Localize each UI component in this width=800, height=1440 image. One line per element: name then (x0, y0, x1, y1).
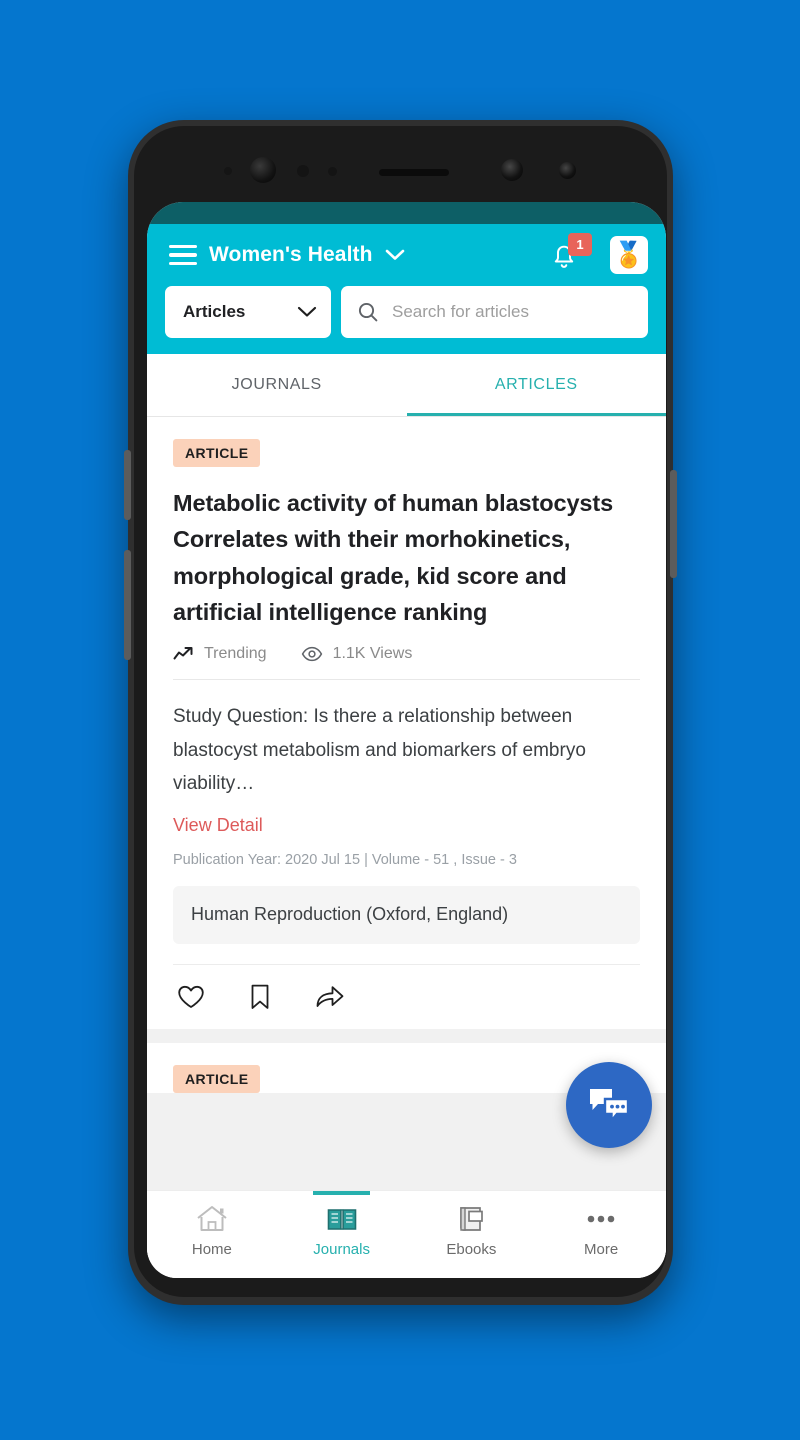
tab-bar: JOURNALS ARTICLES (147, 354, 666, 416)
article-meta-row: Trending 1.1K Views (173, 645, 640, 680)
chevron-down-icon (297, 306, 317, 318)
phone-body: Women's Health 1 🏅 Articles Search for a… (134, 126, 667, 1297)
notifications-button[interactable]: 1 (550, 233, 592, 275)
nav-item-home[interactable]: Home (147, 1191, 277, 1258)
nav-label-ebooks: Ebooks (446, 1241, 497, 1258)
ir-sensor-icon (328, 167, 337, 176)
volume-down-button[interactable] (124, 550, 131, 660)
light-sensor-icon (297, 165, 309, 177)
status-badge: ARTICLE (173, 439, 261, 467)
article-title: Metabolic activity of human blastocysts … (173, 490, 614, 626)
nav-item-journals[interactable]: Journals (277, 1191, 407, 1258)
like-button[interactable] (177, 984, 205, 1010)
views-label: 1.1K Views (332, 644, 413, 662)
journal-name-chip[interactable]: Human Reproduction (Oxford, England) (173, 886, 640, 945)
award-medal-icon: 🏅 (613, 240, 645, 269)
ellipsis-icon (585, 1204, 617, 1234)
trending-meta: Trending (173, 645, 267, 663)
bottom-navigation: Home Journals Ebooks More (147, 1190, 666, 1278)
app-title-group[interactable]: Women's Health (209, 243, 538, 267)
house-icon (195, 1204, 229, 1234)
trending-label: Trending (204, 644, 267, 662)
nav-label-journals: Journals (313, 1241, 370, 1258)
nav-label-more: More (584, 1241, 619, 1258)
category-select[interactable]: Articles (165, 286, 331, 338)
bookmark-button[interactable] (249, 983, 271, 1011)
tertiary-camera-icon (559, 162, 576, 179)
power-button[interactable] (670, 470, 677, 578)
share-button[interactable] (315, 984, 345, 1010)
search-icon (357, 301, 379, 323)
article-action-row (173, 964, 640, 1029)
article-abstract: Study Question: Is there a relationship … (173, 705, 586, 795)
article-card[interactable]: ARTICLE Metabolic activity of human blas… (147, 417, 666, 1030)
article-list[interactable]: ARTICLE Metabolic activity of human blas… (147, 417, 666, 1278)
earpiece-speaker-icon (379, 169, 449, 176)
secondary-camera-icon (501, 159, 523, 181)
volume-up-button[interactable] (124, 450, 131, 520)
chevron-down-icon[interactable] (385, 249, 405, 261)
open-book-icon (326, 1204, 358, 1234)
chat-bubbles-icon (585, 1084, 633, 1126)
card-separator (147, 1029, 666, 1044)
search-input-placeholder: Search for articles (392, 302, 529, 321)
app-bar: Women's Health 1 🏅 Articles Search for a… (147, 224, 666, 354)
nav-label-home: Home (191, 1241, 232, 1258)
tab-journals[interactable]: JOURNALS (147, 354, 407, 416)
status-bar (147, 202, 666, 224)
nav-item-more[interactable]: More (536, 1191, 666, 1258)
eye-icon (301, 646, 323, 662)
page-title: Women's Health (209, 243, 373, 266)
search-box[interactable]: Search for articles (341, 286, 648, 338)
proximity-sensor-icon (224, 167, 232, 175)
avatar[interactable]: 🏅 (610, 236, 648, 274)
nav-item-ebooks[interactable]: Ebooks (407, 1191, 537, 1258)
view-detail-link[interactable]: View Detail (173, 815, 640, 836)
views-meta: 1.1K Views (301, 644, 413, 663)
category-select-value: Articles (183, 302, 246, 321)
front-camera-icon (250, 157, 276, 183)
tab-articles[interactable]: ARTICLES (406, 354, 667, 416)
phone-top-bezel (134, 126, 667, 204)
publication-info: Publication Year: 2020 Jul 15 | Volume -… (173, 852, 517, 869)
hamburger-menu-icon[interactable] (169, 245, 197, 265)
search-row: Articles Search for articles (147, 286, 666, 338)
status-badge: ARTICLE (173, 1065, 261, 1094)
phone-screen: Women's Health 1 🏅 Articles Search for a… (147, 202, 666, 1278)
chat-fab-button[interactable] (566, 1062, 652, 1148)
notification-count-badge: 1 (568, 233, 592, 256)
trending-up-icon (173, 646, 194, 662)
ebook-icon (456, 1204, 486, 1234)
phone-frame: Women's Health 1 🏅 Articles Search for a… (124, 120, 677, 1305)
